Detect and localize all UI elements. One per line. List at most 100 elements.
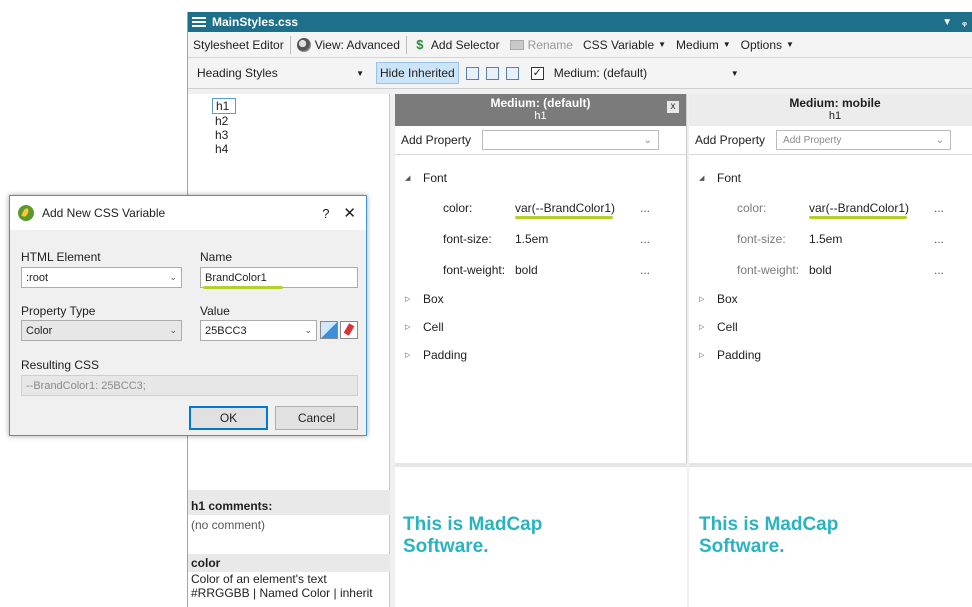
- add-selector-button[interactable]: $ Add Selector: [408, 34, 505, 56]
- close-icon[interactable]: x: [667, 101, 679, 113]
- hide-inherited-toggle[interactable]: Hide Inherited: [376, 62, 459, 84]
- dock-pin-icon[interactable]: ᵩ: [957, 17, 972, 28]
- property-name: color:: [737, 200, 767, 215]
- property-name: font-weight:: [443, 262, 506, 277]
- menu-icon[interactable]: [192, 17, 206, 27]
- medium-menu[interactable]: Medium ▼: [671, 34, 736, 56]
- chevron-down-icon: ▼: [722, 40, 731, 49]
- name-input[interactable]: BrandColor1: [200, 267, 358, 289]
- add-property-label: Add Property: [695, 133, 766, 147]
- medium-default-preview: This is MadCap Software.: [395, 463, 687, 607]
- group-padding[interactable]: ▷ Padding: [689, 341, 972, 369]
- collapsed-triangle-icon: ▷: [405, 352, 411, 359]
- chevron-down-icon: ⌄: [643, 134, 653, 146]
- comments-value[interactable]: (no comment): [191, 518, 265, 532]
- property-name: font-weight:: [737, 262, 800, 277]
- more-options-button[interactable]: ...: [640, 263, 650, 277]
- add-property-select[interactable]: ⌄: [482, 130, 660, 150]
- property-info-description: Color of an element's text #RRGGBB | Nam…: [191, 572, 373, 600]
- eyedropper-icon[interactable]: [340, 321, 358, 339]
- group-box-label: Box: [423, 292, 444, 306]
- more-options-button[interactable]: ...: [640, 201, 650, 215]
- group-box[interactable]: ▷ Box: [689, 285, 972, 313]
- rename-button[interactable]: Rename: [505, 34, 578, 56]
- rename-label: Rename: [527, 37, 573, 52]
- view-advanced-button[interactable]: View: Advanced: [292, 34, 405, 56]
- show-list-icon[interactable]: [465, 66, 479, 80]
- add-property-label: Add Property: [401, 133, 472, 147]
- more-options-button[interactable]: ...: [934, 232, 944, 246]
- options-label: Options: [740, 37, 783, 52]
- group-box[interactable]: ▷ Box: [395, 285, 686, 313]
- selector-item-h3[interactable]: h3: [212, 128, 232, 142]
- value-select[interactable]: 25BCC3 ⌄: [200, 320, 317, 341]
- more-options-button[interactable]: ...: [934, 263, 944, 277]
- chevron-down-icon: ⌄: [169, 272, 177, 282]
- property-value-text: var(--BrandColor1): [515, 200, 616, 215]
- medium-select[interactable]: Medium: (default) ▼: [549, 66, 739, 80]
- property-row-font-size[interactable]: font-size: 1.5em ...: [689, 223, 972, 254]
- collapsed-triangle-icon: ▷: [699, 352, 705, 359]
- chevron-down-icon: ▼: [730, 68, 739, 78]
- property-row-font-weight[interactable]: font-weight: bold ...: [689, 254, 972, 285]
- color-picker-icon[interactable]: [320, 321, 338, 339]
- cancel-button[interactable]: Cancel: [275, 406, 358, 430]
- medium-menu-label: Medium: [676, 37, 719, 52]
- madcap-logo-icon: [18, 205, 34, 221]
- selector-item-h2[interactable]: h2: [212, 114, 232, 128]
- medium-default-header: Medium: (default) h1 x: [395, 94, 686, 126]
- preview-line-1: This is MadCap: [403, 514, 543, 535]
- pin-dropdown-icon[interactable]: ▼: [937, 17, 957, 28]
- toolbar-separator: [405, 35, 407, 54]
- more-options-button[interactable]: ...: [640, 232, 650, 246]
- copy-style-icon[interactable]: [485, 66, 499, 80]
- group-cell-label: Cell: [423, 320, 444, 334]
- property-row-color[interactable]: color: var(--BrandColor1) ...: [689, 192, 972, 223]
- property-value: var(--BrandColor1): [515, 200, 640, 219]
- property-value: 1.5em: [809, 231, 843, 246]
- value-label: Value: [200, 304, 230, 318]
- add-style-icon[interactable]: [505, 66, 519, 80]
- group-cell[interactable]: ▷ Cell: [689, 313, 972, 341]
- group-font-label: Font: [423, 171, 448, 185]
- options-menu[interactable]: Options ▼: [736, 34, 799, 56]
- medium-checkbox[interactable]: ✓: [530, 66, 544, 80]
- window-title: MainStyles.css: [212, 15, 299, 29]
- selector-list: h1 h2 h3 h4: [188, 94, 389, 156]
- property-row-font-size[interactable]: font-size: 1.5em ...: [395, 223, 686, 254]
- collapsed-triangle-icon: ▷: [405, 296, 411, 303]
- add-css-variable-dialog: Add New CSS Variable ? ✕ HTML Element :r…: [9, 195, 367, 436]
- group-font[interactable]: ◢ Font: [689, 164, 972, 192]
- name-input-value: BrandColor1: [205, 271, 267, 284]
- group-font[interactable]: ◢ Font: [395, 164, 686, 192]
- selector-item-h4[interactable]: h4: [212, 142, 232, 156]
- more-options-button[interactable]: ...: [934, 201, 944, 215]
- resulting-css-output: --BrandColor1: 25BCC3;: [21, 375, 358, 396]
- toolbar-separator: [289, 35, 291, 54]
- selector-item-h1[interactable]: h1: [212, 98, 236, 114]
- property-type-select[interactable]: Color ⌄: [21, 320, 182, 341]
- property-row-color[interactable]: color: var(--BrandColor1) ...: [395, 192, 686, 223]
- preview-line-2: Software.: [699, 536, 785, 557]
- group-padding[interactable]: ▷ Padding: [395, 341, 686, 369]
- view-icon: [296, 37, 311, 52]
- add-property-row: Add Property Add Property ⌄: [689, 126, 972, 155]
- css-variable-menu[interactable]: CSS Variable ▼: [578, 34, 671, 56]
- html-element-select[interactable]: :root ⌄: [21, 267, 182, 288]
- add-selector-label: Add Selector: [430, 37, 500, 52]
- help-button[interactable]: ?: [322, 206, 329, 221]
- name-label: Name: [200, 250, 233, 264]
- medium-select-value: Medium: (default): [553, 66, 648, 80]
- property-row-font-weight[interactable]: font-weight: bold ...: [395, 254, 686, 285]
- close-button[interactable]: ✕: [343, 204, 356, 222]
- view-label: View: Advanced: [314, 37, 400, 52]
- highlight-underline: [809, 215, 907, 219]
- style-filter-select[interactable]: Heading Styles ▼: [193, 62, 368, 84]
- medium-mobile-selector: h1: [828, 110, 842, 122]
- css-variable-label: CSS Variable: [582, 37, 655, 52]
- group-cell[interactable]: ▷ Cell: [395, 313, 686, 341]
- preview-line-1: This is MadCap: [699, 514, 839, 535]
- add-property-select[interactable]: Add Property ⌄: [776, 130, 952, 150]
- highlight-underline: [203, 285, 283, 289]
- ok-button[interactable]: OK: [189, 406, 268, 430]
